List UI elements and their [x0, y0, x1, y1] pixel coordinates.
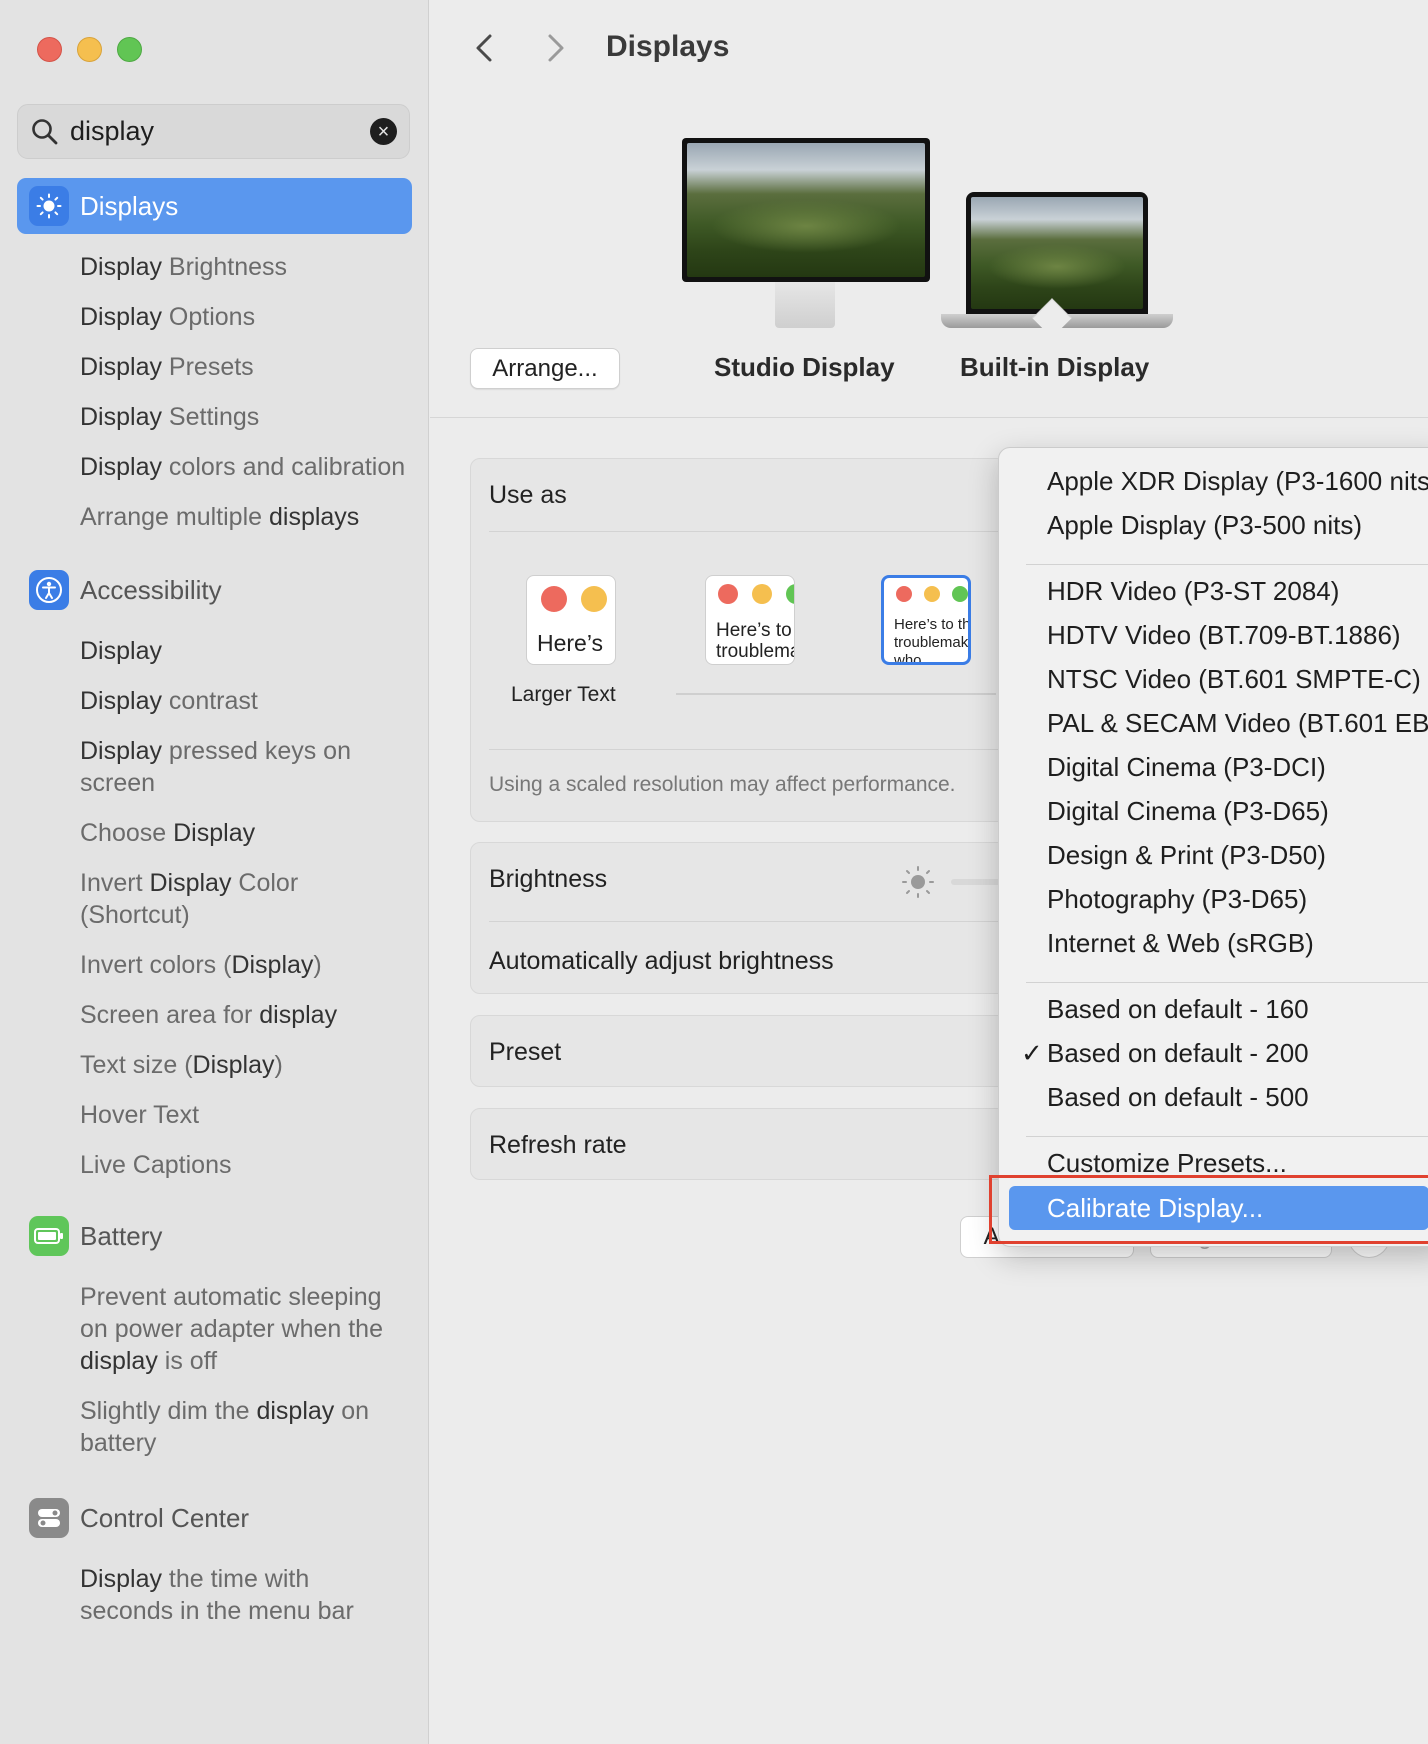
search-result-item[interactable]: Hover Text	[0, 1090, 428, 1140]
search-result-item[interactable]: Live Captions	[0, 1140, 428, 1190]
sidebar-item-control-center[interactable]: Control Center	[17, 1490, 412, 1546]
search-result-item[interactable]: Choose Display	[0, 808, 428, 858]
search-result-item[interactable]: Display the time with seconds in the men…	[0, 1554, 428, 1636]
display-arrangement: Arrange... Studio Display Built-in Displ…	[430, 100, 1428, 418]
menu-item-default-1[interactable]: Based on default - 200	[1047, 1038, 1309, 1069]
auto-brightness-label: Automatically adjust brightness	[489, 947, 834, 975]
search-result-item[interactable]: Slightly dim the display on battery	[0, 1386, 428, 1468]
battery-icon	[29, 1216, 69, 1256]
menu-item-preset-3[interactable]: PAL & SECAM Video (BT.601 EBU)	[1047, 708, 1428, 739]
search-result-item[interactable]: Display Presets	[0, 342, 428, 392]
minimize-window-button[interactable]	[77, 37, 102, 62]
search-result-item[interactable]: Arrange multiple displays	[0, 492, 428, 542]
forward-chevron-icon[interactable]	[538, 28, 574, 68]
studio-display-label[interactable]: Studio Display	[714, 352, 895, 383]
zoom-window-button[interactable]	[117, 37, 142, 62]
search-result-item[interactable]: Prevent automatic sleeping on power adap…	[0, 1272, 428, 1386]
sidebar-item-label: Displays	[80, 190, 179, 221]
menu-item-preset-6[interactable]: Design & Print (P3-D50)	[1047, 840, 1326, 871]
preset-dropdown-menu: Calibrate Display... Apple XDR Display (…	[998, 447, 1428, 1247]
performance-note: Using a scaled resolution may affect per…	[489, 773, 956, 796]
toolbar: Displays	[430, 0, 1428, 100]
builtin-display-label[interactable]: Built-in Display	[960, 352, 1149, 383]
sidebar-item-battery[interactable]: Battery	[17, 1208, 412, 1264]
studio-display-stand	[775, 282, 835, 328]
menu-separator	[1026, 1136, 1428, 1137]
menu-item-default-2[interactable]: Based on default - 500	[1047, 1082, 1309, 1113]
page-title: Displays	[606, 30, 730, 63]
search-result-item[interactable]: Display Options	[0, 292, 428, 342]
menu-separator	[1026, 982, 1428, 983]
search-field[interactable]: ×	[17, 104, 410, 159]
menu-item-preset-2[interactable]: NTSC Video (BT.601 SMPTE-C)	[1047, 664, 1421, 695]
search-results-list: Displays Display Brightness Display Option…	[0, 178, 428, 1636]
search-result-item[interactable]: Display	[0, 626, 428, 676]
preset-label: Preset	[489, 1038, 562, 1066]
search-icon	[30, 117, 60, 147]
refresh-rate-label: Refresh rate	[489, 1131, 627, 1159]
search-result-item[interactable]: Display Settings	[0, 392, 428, 442]
search-result-item[interactable]: Display contrast	[0, 676, 428, 726]
menu-item-preset-1[interactable]: HDTV Video (BT.709-BT.1886)	[1047, 620, 1401, 651]
back-chevron-icon[interactable]	[468, 28, 504, 68]
highlight-annotation-box	[989, 1175, 1428, 1244]
control-center-icon	[29, 1498, 69, 1538]
menu-separator	[1026, 564, 1428, 565]
checkmark-icon: ✓	[1021, 1038, 1043, 1068]
menu-item-preset-7[interactable]: Photography (P3-D65)	[1047, 884, 1307, 915]
clear-search-icon[interactable]: ×	[370, 118, 397, 145]
resolution-option-3-selected[interactable]: Here’s to the troublemakers, ones who	[881, 575, 971, 665]
search-result-item[interactable]: Display colors and calibration	[0, 442, 428, 492]
menu-item-preset-5[interactable]: Digital Cinema (P3-D65)	[1047, 796, 1329, 827]
menu-item-preset-0[interactable]: HDR Video (P3-ST 2084)	[1047, 576, 1339, 607]
search-result-item[interactable]: Invert colors (Display)	[0, 940, 428, 990]
search-result-item[interactable]: Display Brightness	[0, 242, 428, 292]
menu-item-preset-4[interactable]: Digital Cinema (P3-DCI)	[1047, 752, 1326, 783]
sidebar-item-label: Accessibility	[80, 574, 222, 605]
sidebar-item-label: Battery	[80, 1220, 163, 1251]
builtin-display-image[interactable]	[966, 192, 1148, 314]
larger-text-label: Larger Text	[511, 683, 616, 706]
arrange-button[interactable]: Arrange...	[470, 348, 620, 389]
sun-icon	[29, 186, 69, 226]
menu-item-xdr-1[interactable]: Apple Display (P3-500 nits)	[1047, 510, 1362, 541]
search-input[interactable]	[70, 116, 360, 147]
brightness-sun-icon	[901, 865, 935, 899]
sidebar-item-displays[interactable]: Displays	[17, 178, 412, 234]
menu-item-default-0[interactable]: Based on default - 160	[1047, 994, 1309, 1025]
window-controls	[37, 37, 142, 62]
search-result-item[interactable]: Display pressed keys on screen	[0, 726, 428, 808]
studio-display-image[interactable]	[682, 138, 930, 282]
sidebar: × Displays Display BrightnessDisplay Opti…	[0, 0, 429, 1744]
search-result-item[interactable]: Invert Display Color (Shortcut)	[0, 858, 428, 940]
sidebar-item-accessibility[interactable]: Accessibility	[17, 562, 412, 618]
resolution-option-2[interactable]: Here’s to the troublemakers	[705, 575, 795, 665]
menu-item-preset-8[interactable]: Internet & Web (sRGB)	[1047, 928, 1314, 959]
sidebar-item-label: Control Center	[80, 1502, 250, 1533]
close-window-button[interactable]	[37, 37, 62, 62]
use-as-label: Use as	[489, 481, 567, 509]
scale-line	[676, 693, 996, 695]
menu-item-xdr-0[interactable]: Apple XDR Display (P3-1600 nits)	[1047, 466, 1428, 497]
accessibility-icon	[29, 570, 69, 610]
search-result-item[interactable]: Screen area for display	[0, 990, 428, 1040]
brightness-label: Brightness	[489, 865, 608, 893]
resolution-option-larger-text[interactable]: Here’s	[526, 575, 616, 665]
search-result-item[interactable]: Text size (Display)	[0, 1040, 428, 1090]
